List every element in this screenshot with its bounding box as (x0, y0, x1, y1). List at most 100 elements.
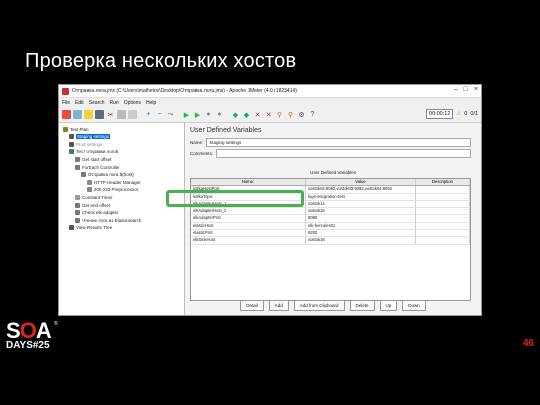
table-row[interactable]: elasticPort 9200 (191, 230, 470, 238)
cell-value[interactable]: 8080 (306, 215, 416, 222)
tree-item[interactable]: Check elk-adapter (75, 210, 119, 216)
cell-value[interactable]: vostok02:9092,vostok03:9092,vostok04:909… (306, 186, 416, 193)
tree-item[interactable]: Чтение лога из Elasticsearch (75, 217, 141, 223)
cut-icon[interactable]: ✂ (106, 110, 115, 119)
tree-item[interactable]: Get start offset (75, 156, 111, 162)
name-input[interactable]: Staging settings (206, 138, 471, 147)
menu-file[interactable]: File (62, 100, 70, 106)
menu-run[interactable]: Run (110, 100, 119, 106)
add-from-clipboard-button[interactable]: Add from Clipboard (293, 300, 345, 311)
warning-icon[interactable]: ⚠ (456, 111, 461, 117)
cell-value[interactable]: vostok14 (306, 200, 416, 208)
cell-name[interactable]: elasticHost (191, 222, 306, 230)
cell-description[interactable] (416, 237, 470, 244)
page-number: 46 (522, 338, 534, 349)
cell-description[interactable] (416, 222, 470, 230)
cell-value[interactable]: 9200 (306, 230, 416, 237)
tree-item-label: Constant Timer (82, 194, 113, 200)
help-icon[interactable]: ? (308, 110, 317, 119)
down-button[interactable]: Down (402, 300, 426, 311)
cell-name[interactable]: elasticPort (191, 230, 306, 237)
cell-name[interactable]: elkAdapterHost_2 (191, 208, 306, 215)
close-icon[interactable]: × (474, 86, 478, 93)
soa-days-logo: SOA ® DAYS#25 (6, 318, 68, 352)
cell-description[interactable] (416, 230, 470, 237)
menu-help[interactable]: Help (146, 100, 156, 106)
tree-item[interactable]: Test Plan (63, 126, 89, 132)
tree-item-label: ForEach Controller (82, 164, 120, 170)
toggle-icon[interactable]: ⤳ (166, 110, 175, 119)
cell-value[interactable]: elk-hercules01 (306, 222, 416, 230)
start-icon[interactable]: ▶ (182, 110, 191, 119)
tree-item[interactable]: Staging settings (69, 134, 111, 140)
detail-button[interactable]: Detail (240, 300, 264, 311)
tree-item[interactable]: Prod settings (69, 141, 102, 147)
delete-button[interactable]: Delete (349, 300, 375, 311)
tree-item[interactable]: HTTP Header Manager (87, 179, 141, 185)
table-row[interactable]: elkAdapterHost_2 vostok15 (191, 208, 470, 216)
tree-item[interactable]: Get end offset (75, 202, 110, 208)
up-button[interactable]: Up (379, 300, 398, 311)
new-icon[interactable] (62, 110, 71, 119)
start-no-pause-icon[interactable]: ▶ (193, 110, 202, 119)
tree-item-label: Тест отправки логов (76, 149, 119, 155)
save-icon[interactable] (95, 110, 104, 119)
table-row[interactable]: elkSinkHost vostok16 (191, 237, 470, 245)
collapse-icon[interactable]: − (155, 110, 164, 119)
shutdown-icon[interactable]: ● (215, 110, 224, 119)
cell-description[interactable] (416, 200, 470, 208)
toolbar: ✂ + − ⤳ ▶ ▶ ● ● ◆ ◆ ✕ ✕ ⚲ ⚲ ⚙ ? 00:00:12… (59, 107, 481, 123)
comments-input[interactable] (216, 149, 471, 158)
add-button[interactable]: Add (268, 300, 289, 311)
remote-stop-icon[interactable]: ◆ (242, 110, 251, 119)
tree-node-icon (87, 179, 92, 185)
cell-description[interactable] (416, 215, 470, 222)
tree-item[interactable]: View Results Tree (69, 225, 112, 231)
cell-name[interactable]: elkAdapterPort (191, 215, 306, 222)
maximize-icon[interactable]: □ (464, 86, 468, 93)
search-icon[interactable]: ⚲ (275, 110, 284, 119)
cell-name[interactable]: elkSinkHost (191, 237, 306, 244)
clear-all-icon[interactable]: ✕ (264, 110, 273, 119)
table-row[interactable]: elkAdapterPort 8080 (191, 215, 470, 223)
tree-item-label: 200,222 Preprocessor (94, 187, 139, 193)
menu-edit[interactable]: Edit (75, 100, 84, 106)
logo-days: DAYS#25 (6, 340, 50, 351)
cell-description[interactable] (416, 208, 470, 215)
col-value[interactable]: Value (306, 179, 416, 186)
expand-icon[interactable]: + (144, 110, 153, 119)
tree-node-icon (69, 225, 74, 231)
tree-item[interactable]: ForEach Controller (75, 164, 120, 170)
cell-description[interactable] (416, 193, 470, 200)
cell-value[interactable]: vostok16 (306, 237, 416, 244)
reset-search-icon[interactable]: ⚲ (286, 110, 295, 119)
menu-search[interactable]: Search (89, 100, 105, 106)
menu-bar: File Edit Search Run Options Help (59, 98, 481, 107)
minimize-icon[interactable]: – (454, 86, 458, 93)
stop-icon[interactable]: ● (204, 110, 213, 119)
tree-node-icon (69, 141, 74, 147)
function-helper-icon[interactable]: ⚙ (297, 110, 306, 119)
cell-description[interactable] (416, 186, 470, 193)
tree-item[interactable]: Тест отправки логов (69, 149, 118, 155)
tree-node-icon (75, 202, 80, 208)
col-description[interactable]: Description (416, 179, 470, 186)
copy-icon[interactable] (117, 110, 126, 119)
menu-options[interactable]: Options (124, 100, 141, 106)
name-label: Name: (190, 140, 204, 145)
slide-title: Проверка нескольких хостов (25, 50, 297, 72)
templates-icon[interactable] (73, 110, 82, 119)
tree-item[interactable]: Отправка лога ${host} (81, 172, 134, 178)
clear-icon[interactable]: ✕ (253, 110, 262, 119)
cell-value[interactable]: logs-integration-test (306, 193, 416, 200)
tree-item[interactable]: 200,222 Preprocessor (87, 187, 138, 193)
col-name[interactable]: Name: (191, 179, 306, 186)
tree-item[interactable]: Constant Timer (75, 194, 113, 200)
tree-node-icon (75, 156, 80, 162)
open-icon[interactable] (84, 110, 93, 119)
remote-start-icon[interactable]: ◆ (231, 110, 240, 119)
paste-icon[interactable] (128, 110, 137, 119)
table-row[interactable]: elasticHost elk-hercules01 (191, 222, 470, 231)
cell-value[interactable]: vostok15 (306, 208, 416, 215)
tree-item-label: Check elk-adapter (82, 210, 119, 216)
